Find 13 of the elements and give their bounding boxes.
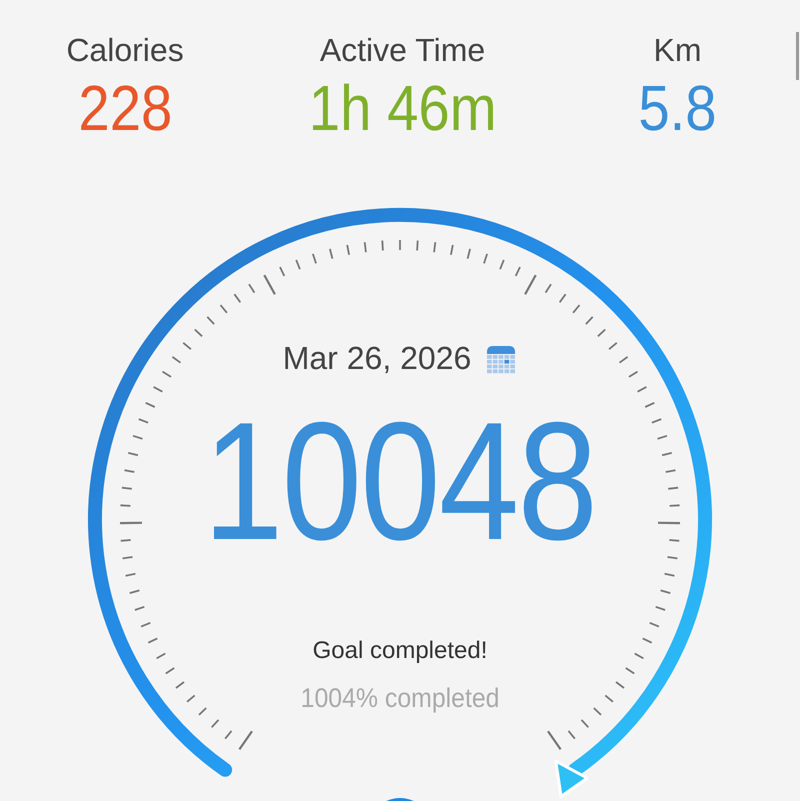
stat-value: 228 (78, 71, 172, 146)
stat-label: Calories (66, 31, 184, 70)
goal-status: Goal completed! (312, 637, 488, 665)
stat-label: Active Time (320, 31, 486, 70)
stat-value: 1h 46m (308, 71, 496, 146)
calendar-icon[interactable] (485, 344, 518, 374)
progress-marker-icon (554, 760, 589, 798)
stat-value: 5.8 (638, 71, 717, 146)
panel-edge (796, 32, 799, 80)
stat-label: Km (654, 31, 702, 70)
step-count: 10048 (203, 386, 597, 577)
date-label: Mar 26, 2026 (282, 340, 472, 377)
completion-percent: 1004% completed (300, 683, 500, 714)
